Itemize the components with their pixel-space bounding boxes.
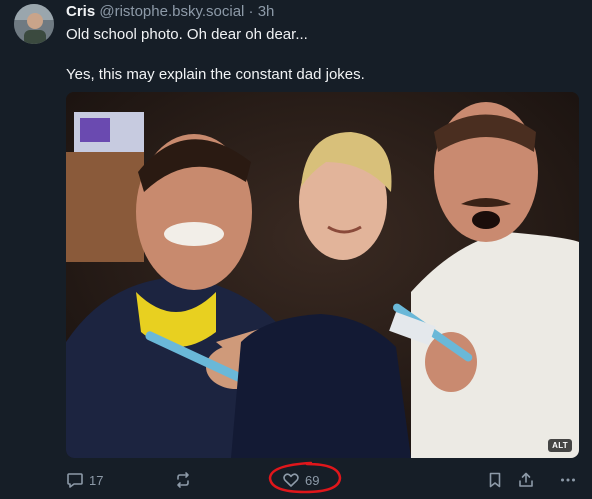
post-image[interactable]: ALT bbox=[66, 92, 579, 458]
like-count: 69 bbox=[305, 472, 320, 488]
reply-icon bbox=[67, 473, 83, 488]
post-timestamp[interactable]: 3h bbox=[258, 3, 275, 20]
post-text: Old school photo. Oh dear oh dear... Yes… bbox=[66, 25, 576, 85]
bookmark-icon bbox=[489, 472, 501, 488]
repost-button[interactable] bbox=[174, 469, 192, 491]
more-icon bbox=[561, 478, 575, 482]
heart-icon bbox=[283, 473, 299, 487]
like-button[interactable]: 69 bbox=[282, 469, 319, 491]
photo-illustration bbox=[66, 92, 579, 458]
more-button[interactable] bbox=[559, 469, 577, 491]
share-button[interactable] bbox=[517, 469, 535, 491]
post-text-line: Yes, this may explain the constant dad j… bbox=[66, 66, 365, 83]
reply-count: 17 bbox=[89, 472, 104, 488]
author-name[interactable]: Cris bbox=[66, 3, 95, 20]
separator-dot: · bbox=[248, 3, 254, 20]
reply-button[interactable]: 17 bbox=[66, 469, 103, 491]
avatar[interactable] bbox=[14, 4, 54, 44]
post-text-line: Old school photo. Oh dear oh dear... bbox=[66, 26, 308, 43]
avatar-image bbox=[14, 4, 54, 44]
post-header: Cris @ristophe.bsky.social · 3h bbox=[66, 3, 274, 21]
bookmark-button[interactable] bbox=[486, 469, 504, 491]
post: Cris @ristophe.bsky.social · 3h Old scho… bbox=[0, 0, 592, 499]
author-handle[interactable]: @ristophe.bsky.social bbox=[99, 3, 244, 20]
share-icon bbox=[519, 472, 533, 487]
action-bar: 17 69 bbox=[66, 469, 586, 491]
alt-badge[interactable]: ALT bbox=[548, 439, 572, 452]
repost-icon bbox=[177, 472, 189, 488]
